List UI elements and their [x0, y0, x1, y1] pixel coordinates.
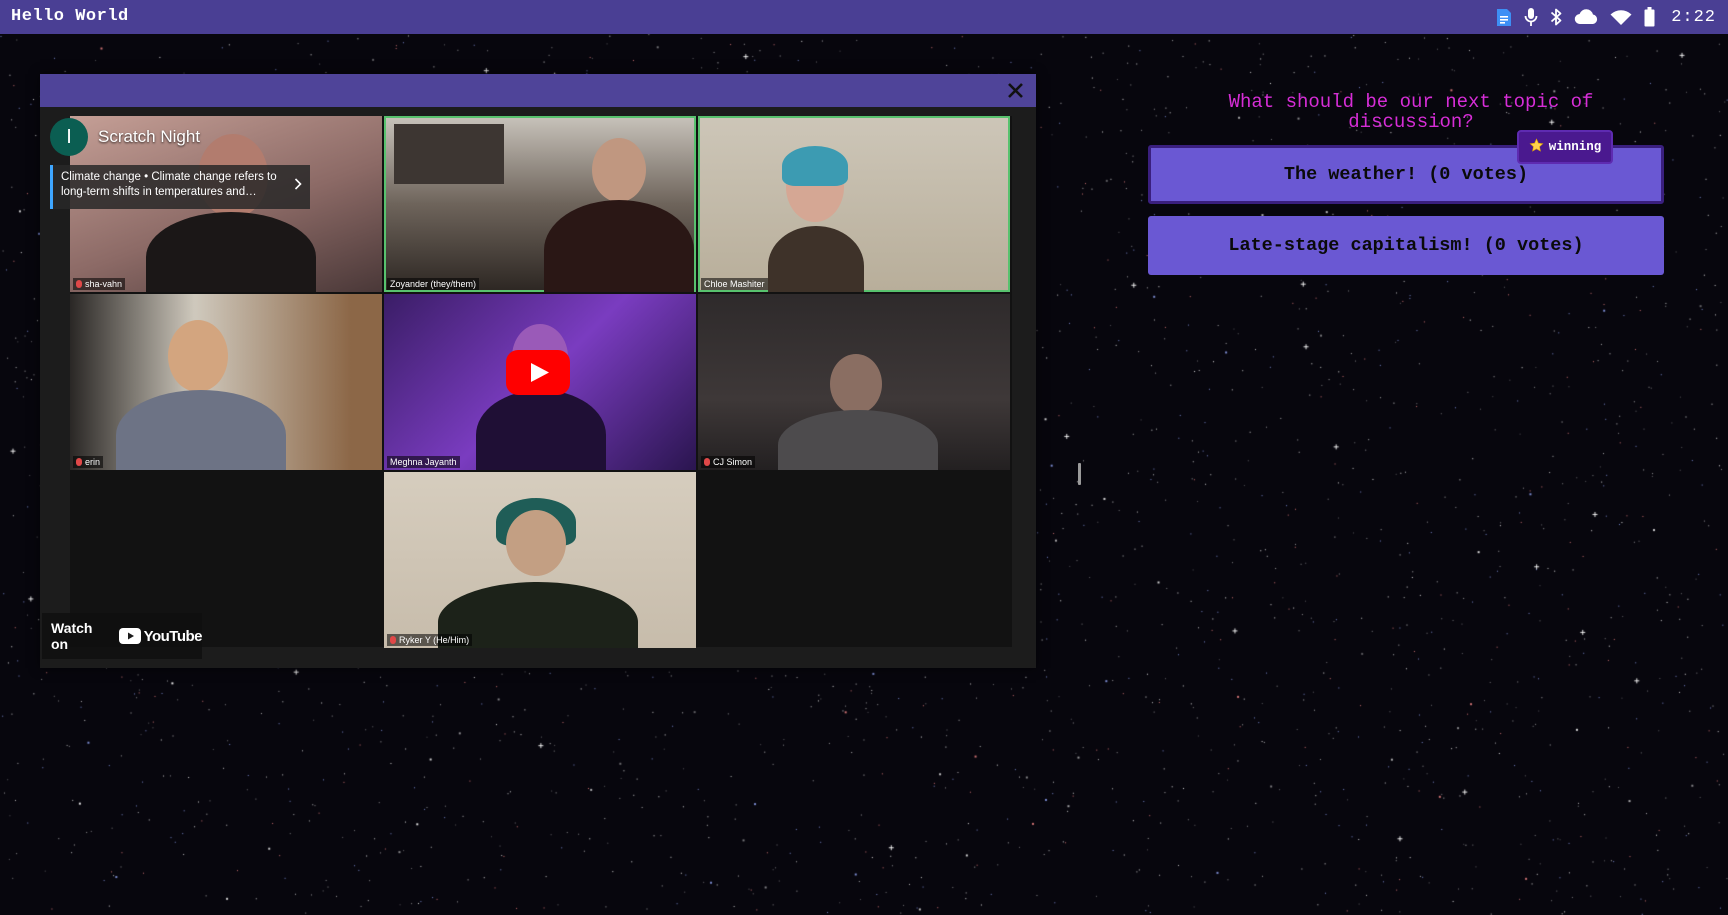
app-title: Hello World — [11, 7, 129, 26]
poll-option-weather[interactable]: The weather! (0 votes) winning — [1148, 130, 1664, 204]
bluetooth-icon[interactable] — [1550, 7, 1562, 27]
cloud-icon[interactable] — [1574, 9, 1598, 25]
youtube-wordmark: YouTube — [143, 627, 203, 645]
star-icon — [1529, 137, 1544, 157]
poll-option-label: The weather! (0 votes) — [1283, 164, 1529, 185]
participant-name: CJ Simon — [701, 456, 756, 468]
info-card[interactable]: Climate change • Climate change refers t… — [50, 165, 310, 209]
channel-header[interactable]: I Scratch Night — [50, 118, 200, 156]
channel-avatar[interactable]: I — [50, 118, 88, 156]
poll-question: What should be our next topic of discuss… — [1228, 91, 1594, 133]
scroll-handle[interactable] — [1078, 463, 1081, 485]
participant-name: erin — [73, 456, 104, 468]
participant-name: Ryker Y (He/Him) — [387, 634, 473, 646]
video-title[interactable]: Scratch Night — [98, 127, 200, 147]
youtube-embed-player[interactable]: sha-vahn Zoyander (they/them) Chloe Mash… — [40, 107, 1036, 668]
watch-on-youtube-link[interactable]: Watch on YouTube — [42, 613, 203, 659]
poll-option-capitalism[interactable]: Late-stage capitalism! (0 votes) — [1148, 216, 1664, 275]
battery-icon[interactable] — [1644, 7, 1655, 27]
participant-name: Meghna Jayanth — [387, 456, 460, 468]
document-icon[interactable] — [1496, 8, 1512, 27]
participant-tile: erin — [70, 294, 382, 470]
system-tray: 2:22 — [1496, 0, 1716, 34]
participant-tile: Zoyander (they/them) — [384, 116, 696, 292]
participant-tile: Ryker Y (He/Him) — [384, 472, 696, 648]
participant-name: Zoyander (they/them) — [387, 278, 480, 290]
participant-name: sha-vahn — [73, 278, 126, 290]
youtube-logo: YouTube — [118, 627, 203, 645]
wifi-icon[interactable] — [1610, 9, 1632, 26]
watch-on-label: Watch on — [51, 620, 93, 652]
window-title-bar[interactable] — [40, 74, 1036, 107]
close-icon[interactable] — [1005, 80, 1026, 101]
participant-name: Chloe Mashiter — [701, 278, 768, 290]
winning-badge: winning — [1517, 130, 1613, 164]
poll-panel: What should be our next topic of discuss… — [1148, 92, 1664, 275]
poll-option-label: Late-stage capitalism! (0 votes) — [1228, 235, 1584, 256]
info-card-text: Climate change • Climate change refers t… — [61, 171, 277, 198]
clock: 2:22 — [1671, 7, 1716, 27]
participant-tile: CJ Simon — [698, 294, 1010, 470]
chevron-right-icon — [294, 178, 302, 195]
winning-label: winning — [1548, 140, 1602, 154]
top-bar: Hello World 2:22 — [0, 0, 1728, 34]
participant-tile: Chloe Mashiter — [698, 116, 1010, 292]
play-button[interactable] — [506, 350, 570, 395]
microphone-icon[interactable] — [1524, 7, 1538, 27]
video-window: sha-vahn Zoyander (they/them) Chloe Mash… — [40, 74, 1036, 668]
